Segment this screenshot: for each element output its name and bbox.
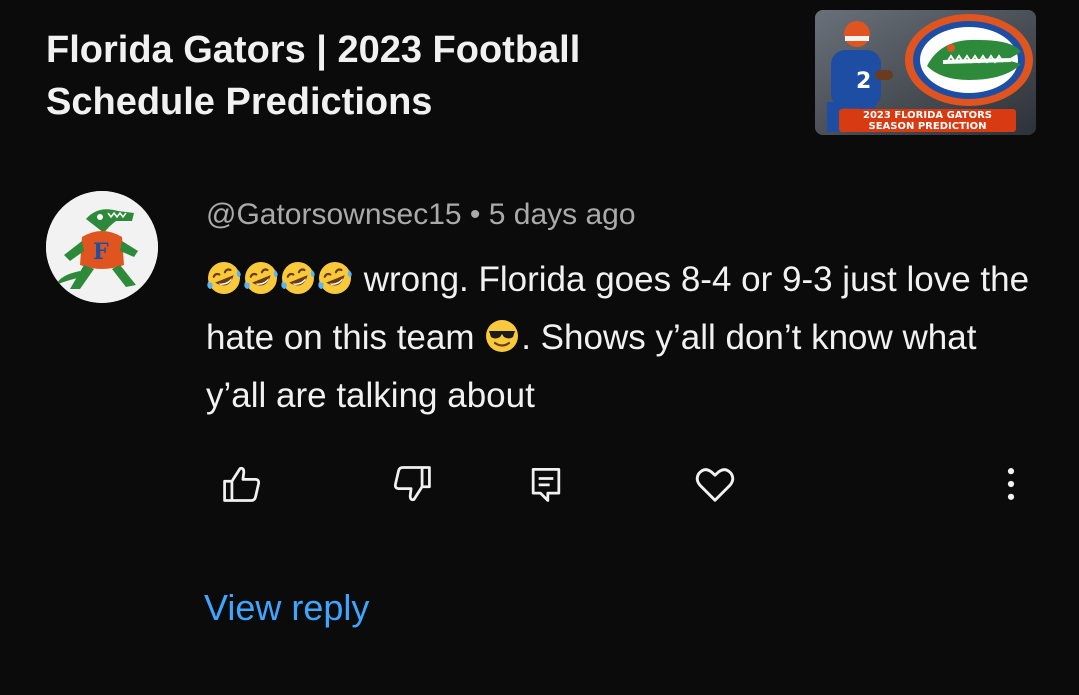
like-button[interactable] [218,460,266,508]
gator-mascot-icon: F [46,191,158,303]
like-icon [223,466,261,502]
gator-logo [905,14,1033,106]
thumbnail-caption-line2: SEASON PREDICTION [868,121,987,132]
video-thumbnail[interactable]: 2 2023 FLORIDA GATORS SEASON PREDICTION [815,10,1036,135]
dislike-button[interactable] [388,460,436,508]
dislike-icon [393,466,431,502]
thumbnail-caption-line1: 2023 FLORIDA GATORS [863,110,992,121]
more-options-button[interactable] [987,460,1035,508]
heart-icon [695,468,735,502]
video-title[interactable]: Florida Gators | 2023 Football Schedule … [46,24,746,128]
thumbnail-caption: 2023 FLORIDA GATORS SEASON PREDICTION [839,109,1016,132]
view-reply-button[interactable]: View reply [204,585,369,631]
more-vert-icon [1007,468,1015,500]
reply-icon [531,467,561,502]
svg-text:2: 2 [856,69,871,94]
comment-meta: @Gatorsownsec15 • 5 days ago [206,196,636,234]
rolling-on-floor-laughing-emoji-icon [243,260,279,296]
heart-button[interactable] [691,460,739,508]
rolling-on-floor-laughing-emoji-icon [206,260,242,296]
meta-separator: • [461,198,489,231]
rolling-on-floor-laughing-emoji-icon [317,260,353,296]
rolling-on-floor-laughing-emoji-icon [280,260,316,296]
comment-time: 5 days ago [488,198,636,231]
smiling-face-with-sunglasses-emoji-icon [484,318,520,354]
reply-button[interactable] [522,460,570,508]
svg-text:F: F [93,239,109,265]
comment-text: wrong. Florida goes 8-4 or 9-3 just love… [206,251,1036,425]
comment-author[interactable]: @Gatorsownsec15 [206,198,462,231]
avatar[interactable]: F [46,191,158,303]
